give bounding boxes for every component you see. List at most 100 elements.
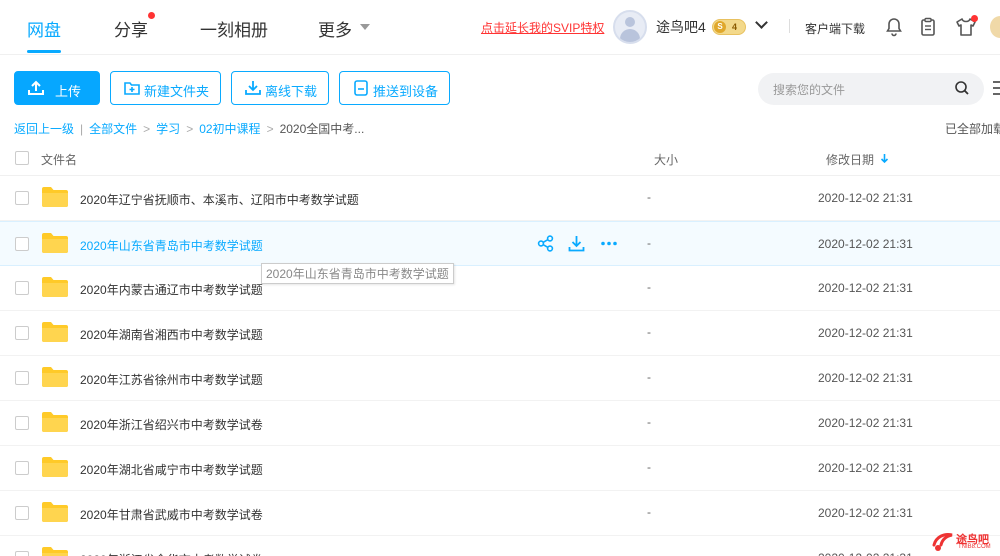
file-size: - [647,236,651,250]
column-modified[interactable]: 修改日期 [826,151,874,168]
row-checkbox[interactable] [15,461,29,475]
folder-icon [42,502,68,522]
file-date: 2020-12-02 21:31 [818,237,913,251]
device-icon [354,80,368,96]
breadcrumb: 返回上一级 | 全部文件 > 学习 >02初中课程 >2020全国中考... [14,122,365,136]
table-row[interactable]: 2020年内蒙古通辽市中考数学试题 - 2020-12-02 21:31 [0,266,1000,311]
username[interactable]: 途鸟吧4 [656,17,706,37]
back-link[interactable]: 返回上一级 [14,122,74,136]
file-name[interactable]: 2020年浙江省绍兴市中考数学试卷 [80,416,263,433]
file-name[interactable]: 2020年辽宁省抚顺市、本溪市、辽阳市中考数学试题 [80,191,359,208]
svip-renew-link[interactable]: 点击延长我的SVIP特权 [481,19,604,36]
watermark-logo: 途鸟吧 TNIB8.COM [930,528,998,554]
breadcrumb-item[interactable]: 全部文件 [89,122,137,136]
table-row[interactable]: 2020年湖南省湘西市中考数学试题 - 2020-12-02 21:31 [0,311,1000,356]
file-name[interactable]: 2020年湖南省湘西市中考数学试题 [80,326,263,343]
chevron-down-icon[interactable] [360,24,370,30]
row-checkbox[interactable] [15,326,29,340]
account-dropdown-icon[interactable] [755,16,768,29]
new-folder-label: 新建文件夹 [144,84,210,99]
active-tab-indicator [27,50,61,53]
row-checkbox[interactable] [15,237,29,251]
search-icon[interactable] [954,80,970,96]
view-toggle-icon[interactable] [993,81,1000,99]
file-date: 2020-12-02 21:31 [818,461,913,475]
app-icon[interactable] [990,16,1000,38]
table-header: 文件名 大小 修改日期 [0,140,1000,176]
avatar[interactable] [613,10,647,44]
column-size[interactable]: 大小 [654,151,678,168]
search-placeholder: 搜索您的文件 [773,83,846,97]
svip-level: 4 [732,22,738,32]
folder-icon [42,187,68,207]
sort-down-icon[interactable] [880,153,889,164]
row-checkbox[interactable] [15,416,29,430]
table-row[interactable]: 2020年湖北省咸宁市中考数学试题 - 2020-12-02 21:31 [0,446,1000,491]
download-icon[interactable] [568,235,585,252]
share-icon[interactable] [537,235,554,252]
svip-badge-letter: S [714,21,726,33]
tab-more[interactable]: 更多 [318,16,352,41]
watermark-subtext: TNIB8.COM [958,544,991,550]
row-checkbox[interactable] [15,191,29,205]
push-to-device-button[interactable]: 推送到设备 [339,71,450,105]
table-row[interactable]: 2020年浙江省绍兴市中考数学试卷 - 2020-12-02 21:31 [0,401,1000,446]
new-folder-button[interactable]: 新建文件夹 [110,71,221,105]
file-date: 2020-12-02 21:31 [818,191,913,205]
client-download-link[interactable]: 客户端下载 [805,20,865,37]
breadcrumb-current: 2020全国中考... [279,122,365,136]
tab-share[interactable]: 分享 [114,16,148,41]
file-size: - [647,550,651,556]
download-icon [245,81,261,95]
table-row[interactable]: 2020年辽宁省抚顺市、本溪市、辽阳市中考数学试题 - 2020-12-02 21:… [0,176,1000,221]
folder-icon [42,277,68,297]
table-row[interactable]: 2020年浙江省金华市中考数学试卷 - 2020-12-02 21:31 [0,536,1000,556]
bell-icon[interactable] [882,15,906,39]
row-checkbox[interactable] [15,551,29,556]
file-date: 2020-12-02 21:31 [818,371,913,385]
file-date: 2020-12-02 21:31 [818,416,913,430]
offline-download-label: 离线下载 [265,84,318,99]
file-size: - [647,190,651,204]
file-name[interactable]: 2020年浙江省金华市中考数学试卷 [80,551,263,556]
file-name[interactable]: 2020年湖北省咸宁市中考数学试题 [80,461,263,478]
push-to-device-label: 推送到设备 [373,84,439,99]
folder-icon [42,547,68,556]
file-name[interactable]: 2020年江苏省徐州市中考数学试题 [80,371,263,388]
file-size: - [647,415,651,429]
table-row[interactable]: 2020年山东省青岛市中考数学试题 - 2020-12-02 21:31 [0,221,1000,266]
top-nav: 网盘 分享 一刻相册 更多 点击延长我的SVIP特权 途鸟吧4 S 4 客户端下… [0,0,1000,55]
upload-button[interactable]: 上传 [14,71,100,105]
filename-tooltip: 2020年山东省青岛市中考数学试题 [261,263,454,284]
breadcrumb-item[interactable]: 02初中课程 [199,122,260,136]
file-date: 2020-12-02 21:31 [818,551,913,556]
file-date: 2020-12-02 21:31 [818,326,913,340]
file-date: 2020-12-02 21:31 [818,506,913,520]
clipboard-icon[interactable] [916,15,940,39]
row-checkbox[interactable] [15,281,29,295]
divider [789,19,790,33]
file-size: - [647,370,651,384]
file-name[interactable]: 2020年内蒙古通辽市中考数学试题 [80,281,263,298]
offline-download-button[interactable]: 离线下载 [231,71,329,105]
load-status: 已全部加载 [945,122,1000,136]
more-icon[interactable] [600,235,618,252]
file-name[interactable]: 2020年甘肃省武威市中考数学试卷 [80,506,263,523]
tab-netdisk[interactable]: 网盘 [27,16,61,41]
table-row[interactable]: 2020年甘肃省武威市中考数学试卷 - 2020-12-02 21:31 [0,491,1000,536]
row-checkbox[interactable] [15,371,29,385]
table-row[interactable]: 2020年江苏省徐州市中考数学试题 - 2020-12-02 21:31 [0,356,1000,401]
tab-album[interactable]: 一刻相册 [200,16,268,41]
file-size: - [647,460,651,474]
upload-label: 上传 [55,84,82,99]
select-all-checkbox[interactable] [15,151,29,165]
row-checkbox[interactable] [15,506,29,520]
column-name[interactable]: 文件名 [41,151,77,168]
file-name[interactable]: 2020年山东省青岛市中考数学试题 [80,237,263,254]
notification-dot [148,12,155,19]
svip-badge: S 4 [712,19,746,35]
folder-icon [42,322,68,342]
search-input[interactable]: 搜索您的文件 [758,73,984,105]
breadcrumb-item[interactable]: 学习 [156,122,180,136]
new-folder-icon [124,82,140,95]
